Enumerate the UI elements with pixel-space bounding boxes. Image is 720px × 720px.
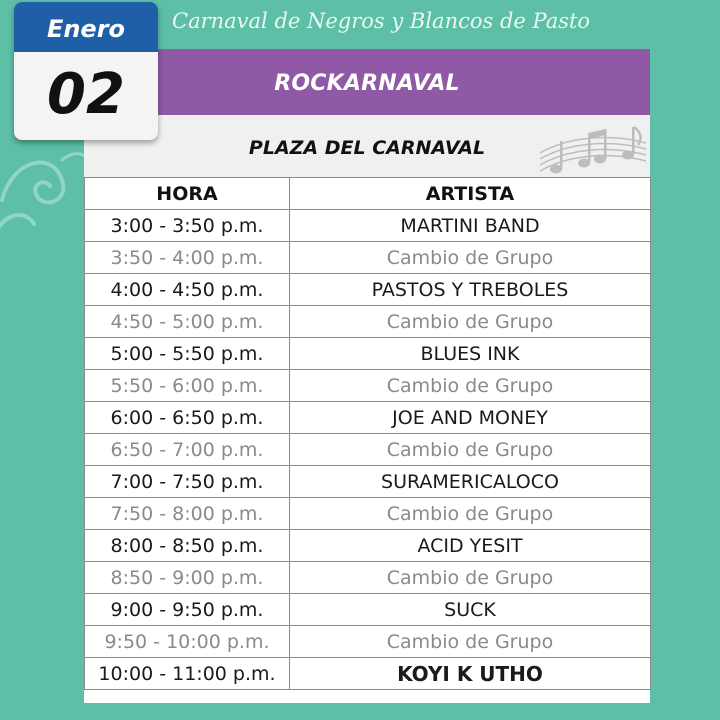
event-header: ROCKARNAVAL <box>84 49 650 115</box>
artist-cell: Cambio de Grupo <box>289 433 651 466</box>
artist-cell: PASTOS Y TREBOLES <box>289 273 651 306</box>
time-cell: 3:50 - 4:00 p.m. <box>84 241 290 274</box>
time-cell: 6:50 - 7:00 p.m. <box>84 433 290 466</box>
time-cell: 4:00 - 4:50 p.m. <box>84 273 290 306</box>
time-cell: 8:00 - 8:50 p.m. <box>84 529 290 562</box>
schedule-table: HORA ARTISTA 3:00 - 3:50 p.m. MARTINI BA… <box>84 177 651 690</box>
music-notes-icon <box>539 126 647 174</box>
table-row: 9:00 - 9:50 p.m. SUCK <box>84 593 651 626</box>
artist-cell: Cambio de Grupo <box>289 497 651 530</box>
time-cell: 7:50 - 8:00 p.m. <box>84 497 290 530</box>
table-header-row: HORA ARTISTA <box>84 177 651 210</box>
date-month: Enero <box>14 2 158 52</box>
artist-cell: SURAMERICALOCO <box>289 465 651 498</box>
time-cell: 9:00 - 9:50 p.m. <box>84 593 290 626</box>
table-row: 7:50 - 8:00 p.m. Cambio de Grupo <box>84 497 651 530</box>
table-row: 3:00 - 3:50 p.m. MARTINI BAND <box>84 209 651 242</box>
date-day: 02 <box>47 62 125 127</box>
time-cell: 8:50 - 9:00 p.m. <box>84 561 290 594</box>
artist-cell: SUCK <box>289 593 651 626</box>
artist-cell: BLUES INK <box>289 337 651 370</box>
table-row: 6:50 - 7:00 p.m. Cambio de Grupo <box>84 433 651 466</box>
artist-cell: Cambio de Grupo <box>289 241 651 274</box>
artist-cell: ACID YESIT <box>289 529 651 562</box>
table-row: 7:00 - 7:50 p.m. SURAMERICALOCO <box>84 465 651 498</box>
time-cell: 4:50 - 5:00 p.m. <box>84 305 290 338</box>
table-row: 8:50 - 9:00 p.m. Cambio de Grupo <box>84 561 651 594</box>
table-row: 9:50 - 10:00 p.m. Cambio de Grupo <box>84 625 651 658</box>
artist-cell: Cambio de Grupo <box>289 625 651 658</box>
table-row: 6:00 - 6:50 p.m. JOE AND MONEY <box>84 401 651 434</box>
artist-cell: KOYI K UTHO <box>289 657 651 690</box>
artist-cell: JOE AND MONEY <box>289 401 651 434</box>
time-cell: 9:50 - 10:00 p.m. <box>84 625 290 658</box>
schedule-card: ROCKARNAVAL PLAZA DEL CARNAVAL HORA ARTI… <box>84 49 651 703</box>
venue-bar: PLAZA DEL CARNAVAL <box>84 115 650 177</box>
time-cell: 5:00 - 5:50 p.m. <box>84 337 290 370</box>
artist-cell: Cambio de Grupo <box>289 561 651 594</box>
table-row: 8:00 - 8:50 p.m. ACID YESIT <box>84 529 651 562</box>
event-title: ROCKARNAVAL <box>274 71 460 96</box>
date-badge: Enero 02 <box>14 2 158 140</box>
table-row: 3:50 - 4:00 p.m. Cambio de Grupo <box>84 241 651 274</box>
table-row: 4:00 - 4:50 p.m. PASTOS Y TREBOLES <box>84 273 651 306</box>
artist-cell: Cambio de Grupo <box>289 305 651 338</box>
artist-cell: Cambio de Grupo <box>289 369 651 402</box>
table-row: 10:00 - 11:00 p.m. KOYI K UTHO <box>84 657 651 690</box>
table-row: 5:00 - 5:50 p.m. BLUES INK <box>84 337 651 370</box>
column-header-time: HORA <box>84 177 290 210</box>
time-cell: 10:00 - 11:00 p.m. <box>84 657 290 690</box>
time-cell: 3:00 - 3:50 p.m. <box>84 209 290 242</box>
column-header-artist: ARTISTA <box>289 177 651 210</box>
table-row: 5:50 - 6:00 p.m. Cambio de Grupo <box>84 369 651 402</box>
time-cell: 7:00 - 7:50 p.m. <box>84 465 290 498</box>
time-cell: 5:50 - 6:00 p.m. <box>84 369 290 402</box>
artist-cell: MARTINI BAND <box>289 209 651 242</box>
banner-title: Carnaval de Negros y Blancos de Pasto <box>172 9 591 33</box>
table-row: 4:50 - 5:00 p.m. Cambio de Grupo <box>84 305 651 338</box>
time-cell: 6:00 - 6:50 p.m. <box>84 401 290 434</box>
